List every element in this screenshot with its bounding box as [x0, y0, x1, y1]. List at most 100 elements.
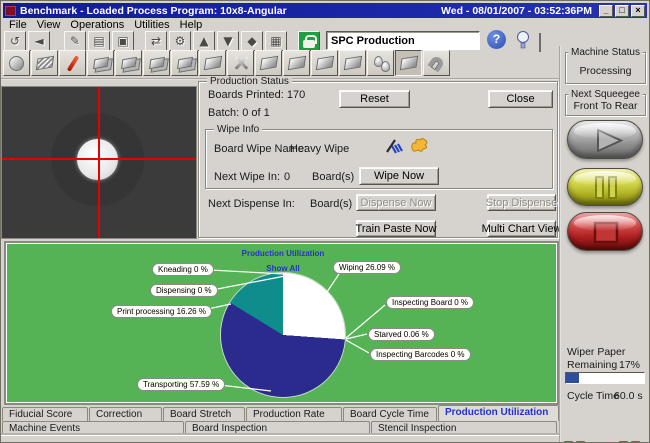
wipe-info-group: Wipe Info Board Wipe Name: Heavy Wipe Ne… — [205, 129, 553, 189]
menu-utilities[interactable]: Utilities — [132, 19, 177, 31]
minimize-button[interactable]: _ — [599, 5, 613, 17]
machine-setup-button[interactable]: ⚙ — [169, 31, 191, 51]
title-bar: Benchmark - Loaded Process Program: 10x8… — [3, 3, 647, 18]
stencil-wipe-icon — [399, 56, 417, 71]
pause-button[interactable] — [567, 168, 643, 206]
next-squeegee-legend: Next Squeegee — [568, 89, 643, 100]
play-icon — [568, 121, 643, 159]
board-load-button[interactable]: ▼ — [217, 31, 239, 51]
tab-stencil-inspection[interactable]: Stencil Inspection — [371, 421, 557, 435]
wiper-paper-label-2: Remaining — [567, 359, 617, 371]
production-status-group: Production Status Boards Printed: 170 Ba… — [198, 81, 558, 238]
wipe-hand-button[interactable] — [283, 50, 310, 76]
next-squeegee-value: Front To Rear — [566, 100, 645, 112]
clamp-button[interactable] — [339, 50, 366, 76]
clean-brush-icon — [539, 33, 541, 52]
blade-front-button[interactable] — [143, 50, 170, 76]
board-front-button[interactable] — [87, 50, 114, 76]
benchmark-app-button[interactable]: ↺ — [4, 31, 26, 51]
close-button[interactable]: Close — [488, 90, 553, 108]
camera-view — [1, 86, 197, 239]
pie-label-print-processing: Print processing 16.26 % — [111, 305, 212, 318]
machine-setup-icon: ⚙ — [175, 34, 186, 48]
pie-label-dispensing: Dispensing 0 % — [150, 284, 218, 297]
back-icon: ◄ — [34, 34, 43, 48]
tab-board-stretch[interactable]: Board Stretch — [163, 407, 245, 421]
tab-board-inspection[interactable]: Board Inspection — [185, 421, 370, 435]
alarm-button[interactable]: ◆ — [241, 31, 263, 51]
paper-load-button[interactable] — [311, 50, 338, 76]
open-program-icon: ✎ — [70, 34, 80, 48]
boards-printed-value: 170 — [287, 89, 305, 101]
help-button[interactable]: ? — [487, 30, 506, 49]
close-window-button[interactable]: × — [631, 5, 645, 17]
blade-rear-button[interactable] — [171, 50, 198, 76]
production-utilization-chart: Production Utilization Show All Kneading… — [4, 241, 559, 405]
squeegee-arm-button[interactable] — [199, 50, 226, 76]
pie-label-inspecting-barcodes: Inspecting Barcodes 0 % — [370, 348, 471, 361]
process-name-input[interactable] — [326, 31, 480, 50]
conveyor-icon: ▦ — [270, 34, 281, 48]
menu-operations[interactable]: Operations — [68, 19, 132, 31]
menu-bar: File View Operations Utilities Help — [3, 18, 649, 31]
edit-program-button[interactable]: ▤ — [88, 31, 110, 51]
wiper-paper-label-1: Wiper Paper — [567, 346, 625, 358]
next-dispense-label: Next Dispense In: — [208, 198, 295, 210]
menu-help[interactable]: Help — [178, 19, 211, 31]
save-program-button[interactable]: ▣ — [112, 31, 134, 51]
tab-fiducial-score[interactable]: Fiducial Score — [2, 407, 88, 421]
board-rear-icon — [120, 57, 136, 69]
blade-rear-icon — [176, 57, 192, 69]
titlebar-datetime: Wed - 08/01/2007 - 03:52:36PM — [441, 5, 592, 17]
next-wipe-value: 0 — [284, 171, 290, 183]
wiper-paper-progress — [565, 372, 645, 384]
menu-file[interactable]: File — [7, 19, 35, 31]
manual-align-button[interactable] — [255, 50, 282, 76]
security-lock-button[interactable] — [298, 31, 320, 51]
squeegee-arm-icon — [203, 56, 221, 71]
hint-bulb-button[interactable] — [516, 30, 530, 55]
next-wipe-label: Next Wipe In: — [214, 171, 280, 183]
stencil-wipe-button[interactable] — [395, 50, 422, 76]
conveyor-button[interactable]: ▦ — [265, 31, 287, 51]
start-button[interactable] — [567, 120, 643, 159]
tab-production-utilization[interactable]: Production Utilization — [438, 405, 559, 421]
stencil-grid-button[interactable] — [31, 50, 58, 76]
wipe-cloth-icon — [409, 136, 430, 160]
tab-correction[interactable]: Correction — [89, 407, 162, 421]
clean-brush-button[interactable] — [539, 34, 541, 52]
back-button[interactable]: ◄ — [28, 31, 50, 51]
board-transfer-button[interactable]: ⇄ — [145, 31, 167, 51]
screwdriver-button[interactable] — [59, 50, 86, 76]
dispense-now-button[interactable]: Dispense Now — [356, 194, 436, 211]
board-rear-button[interactable] — [115, 50, 142, 76]
menu-view[interactable]: View — [35, 19, 69, 31]
pie-label-kneading: Kneading 0 % — [152, 263, 214, 276]
machine-status-legend: Machine Status — [568, 47, 643, 58]
hood-icon: ▲ — [199, 34, 208, 48]
stencil-grid-icon — [35, 56, 53, 71]
crossed-tools-button[interactable] — [227, 50, 254, 76]
maximize-button[interactable]: □ — [615, 5, 629, 17]
pie-label-inspecting-board: Inspecting Board 0 % — [386, 296, 474, 309]
squeegee-wheel-icon — [9, 56, 24, 71]
window-title: Benchmark - Loaded Process Program: 10x8… — [20, 5, 441, 17]
stop-dispense-button[interactable]: Stop Dispense — [487, 194, 556, 211]
solvent-drops-button[interactable] — [367, 50, 394, 76]
magnet-button[interactable] — [423, 50, 450, 76]
pause-icon — [568, 169, 643, 206]
tab-board-cycle-time[interactable]: Board Cycle Time — [343, 407, 437, 421]
hood-button[interactable]: ▲ — [193, 31, 215, 51]
wipe-now-button[interactable]: Wipe Now — [359, 167, 439, 185]
pie-label-starved: Starved 0.06 % — [368, 328, 435, 341]
crossed-tools-icon — [233, 55, 249, 71]
stop-button[interactable] — [567, 212, 643, 251]
multi-chart-view-button[interactable]: Multi Chart View — [487, 220, 556, 237]
tab-production-rate[interactable]: Production Rate — [246, 407, 342, 421]
open-program-button[interactable]: ✎ — [64, 31, 86, 51]
train-paste-now-button[interactable]: Train Paste Now — [356, 220, 436, 237]
tab-machine-events[interactable]: Machine Events — [2, 421, 184, 435]
board-transfer-icon: ⇄ — [151, 34, 161, 48]
reset-button[interactable]: Reset — [339, 90, 410, 108]
squeegee-wheel-button[interactable] — [3, 50, 30, 76]
